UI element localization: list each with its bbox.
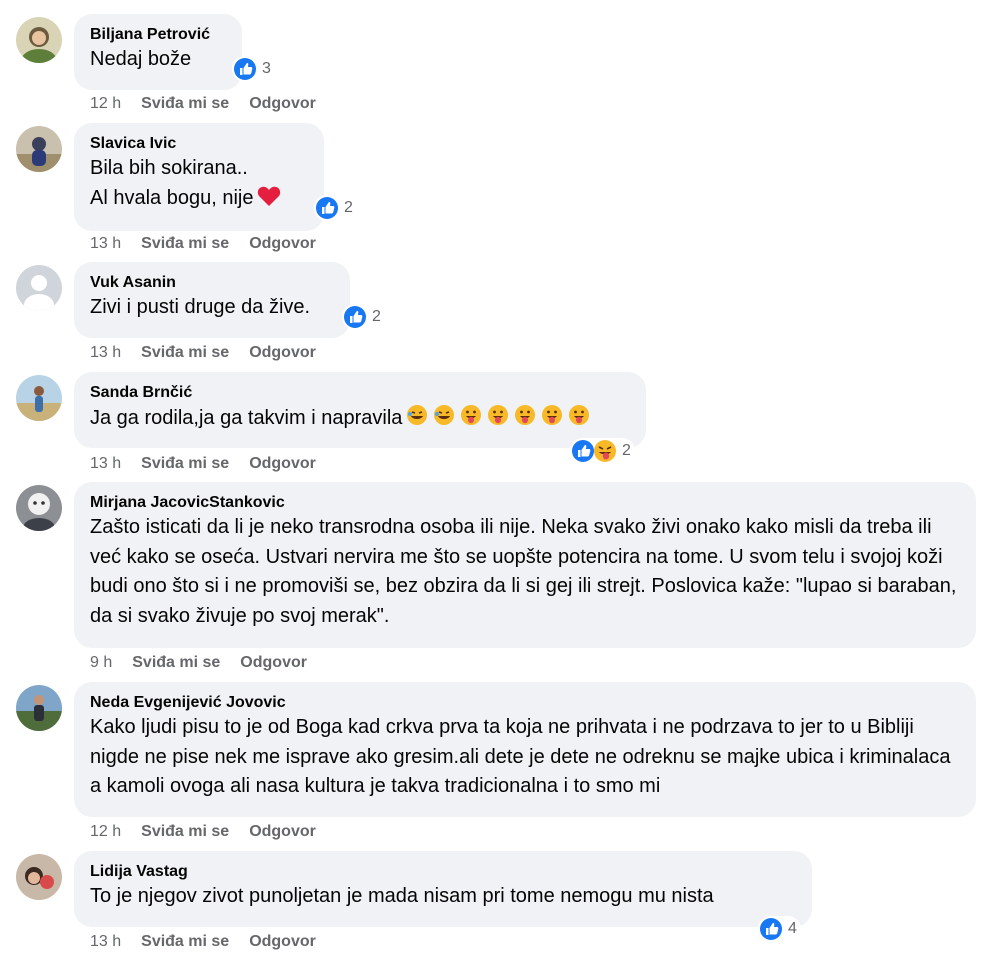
comment-time[interactable]: 12 h <box>90 95 121 112</box>
comment-text: Zivi i pusti druge da žive. <box>90 296 311 318</box>
comment-text: Kako ljudi pisu to je od Boga kad crkva … <box>90 716 951 797</box>
reaction-count: 2 <box>622 442 631 459</box>
reaction-count: 2 <box>372 308 381 325</box>
like-reaction-icon <box>760 918 782 940</box>
comment-author[interactable]: Neda Evgenijević Jovovic <box>90 693 960 713</box>
comment-bubble: Neda Evgenijević Jovovic Kako ljudi pisu… <box>74 682 976 817</box>
avatar[interactable] <box>16 375 62 421</box>
comment-text: Al hvala bogu, nije <box>90 184 308 214</box>
comment-text: Ja ga rodila,ja ga takvim i napravila <box>90 403 630 434</box>
avatar[interactable] <box>16 854 62 900</box>
like-button[interactable]: Sviđa mi se <box>141 823 229 840</box>
reaction-count: 4 <box>788 920 797 937</box>
comment-author[interactable]: Biljana Petrović <box>90 25 226 45</box>
comment-time[interactable]: 12 h <box>90 823 121 840</box>
tongue-emoji <box>488 405 509 425</box>
reaction-summary[interactable]: 3 <box>232 56 275 82</box>
comment-actions: 13 h Sviđa mi se Odgovor <box>90 932 336 952</box>
comment-time[interactable]: 13 h <box>90 235 121 252</box>
comment-bubble: Lidija Vastag To je njegov zivot punolje… <box>74 851 812 927</box>
like-button[interactable]: Sviđa mi se <box>141 455 229 472</box>
comment-text-line: Ja ga rodila,ja ga takvim i napravila <box>90 407 403 429</box>
tongue-emoji <box>569 405 590 425</box>
like-button[interactable]: Sviđa mi se <box>132 654 220 671</box>
laughing-emoji <box>407 405 428 425</box>
reply-button[interactable]: Odgovor <box>249 235 316 252</box>
reaction-summary[interactable]: 4 <box>758 916 801 942</box>
comment-bubble: Slavica Ivic Bila bih sokirana.. Al hval… <box>74 123 324 231</box>
comment-author[interactable]: Vuk Asanin <box>90 273 334 293</box>
laughing-emoji <box>434 405 455 425</box>
like-reaction-icon <box>572 440 594 462</box>
comment-bubble: Biljana Petrović Nedaj bože <box>74 14 242 90</box>
comment-text: Zašto isticati da li je neko transrodna … <box>90 516 957 627</box>
like-button[interactable]: Sviđa mi se <box>141 344 229 361</box>
comment-actions: 13 h Sviđa mi se Odgovor <box>90 234 336 254</box>
avatar[interactable] <box>16 17 62 63</box>
comment-author[interactable]: Lidija Vastag <box>90 862 796 882</box>
comment-actions: 13 h Sviđa mi se Odgovor <box>90 343 336 363</box>
comment-bubble: Mirjana JacovicStankovic Zašto isticati … <box>74 482 976 648</box>
avatar[interactable] <box>16 265 62 311</box>
reaction-summary[interactable]: 2 <box>570 438 635 464</box>
avatar[interactable] <box>16 485 62 531</box>
comment-time[interactable]: 9 h <box>90 654 112 671</box>
comment-actions: 9 h Sviđa mi se Odgovor <box>90 653 327 673</box>
like-button[interactable]: Sviđa mi se <box>141 95 229 112</box>
reaction-summary[interactable]: 2 <box>342 304 385 330</box>
reply-button[interactable]: Odgovor <box>249 95 316 112</box>
reply-button[interactable]: Odgovor <box>249 344 316 361</box>
comment-actions: 12 h Sviđa mi se Odgovor <box>90 94 336 114</box>
like-button[interactable]: Sviđa mi se <box>141 235 229 252</box>
reply-button[interactable]: Odgovor <box>249 933 316 950</box>
like-reaction-icon <box>344 306 366 328</box>
comment-actions: 12 h Sviđa mi se Odgovor <box>90 822 336 842</box>
like-button[interactable]: Sviđa mi se <box>141 933 229 950</box>
like-reaction-icon <box>316 197 338 219</box>
reaction-count: 2 <box>344 199 353 216</box>
avatar[interactable] <box>16 126 62 172</box>
comment-bubble: Vuk Asanin Zivi i pusti druge da žive. <box>74 262 350 338</box>
tongue-emoji <box>515 405 536 425</box>
comment-text-line: Al hvala bogu, nije <box>90 186 254 209</box>
reaction-count: 3 <box>262 60 271 77</box>
red-heart-emoji <box>258 186 281 206</box>
tongue-emoji <box>542 405 563 425</box>
comment-text: Bila bih sokirana.. <box>90 157 248 179</box>
reply-button[interactable]: Odgovor <box>240 654 307 671</box>
comment-author[interactable]: Sanda Brnčić <box>90 383 630 403</box>
comment-bubble: Sanda Brnčić Ja ga rodila,ja ga takvim i… <box>74 372 646 448</box>
comment-text: Nedaj bože <box>90 48 192 70</box>
comment-author[interactable]: Mirjana JacovicStankovic <box>90 493 960 513</box>
reaction-summary[interactable]: 2 <box>314 195 357 221</box>
reply-button[interactable]: Odgovor <box>249 823 316 840</box>
previous-comment-actions-clipped <box>0 0 1000 6</box>
comment-time[interactable]: 13 h <box>90 455 121 472</box>
comment-actions: 13 h Sviđa mi se Odgovor <box>90 454 336 474</box>
tongue-emoji <box>461 405 482 425</box>
like-reaction-icon <box>234 58 256 80</box>
comment-author[interactable]: Slavica Ivic <box>90 134 308 154</box>
avatar[interactable] <box>16 685 62 731</box>
tongue-reaction-icon <box>594 440 616 462</box>
comment-time[interactable]: 13 h <box>90 933 121 950</box>
comment-text: To je njegov zivot punoljetan je mada ni… <box>90 885 714 907</box>
reply-button[interactable]: Odgovor <box>249 455 316 472</box>
comment-time[interactable]: 13 h <box>90 344 121 361</box>
